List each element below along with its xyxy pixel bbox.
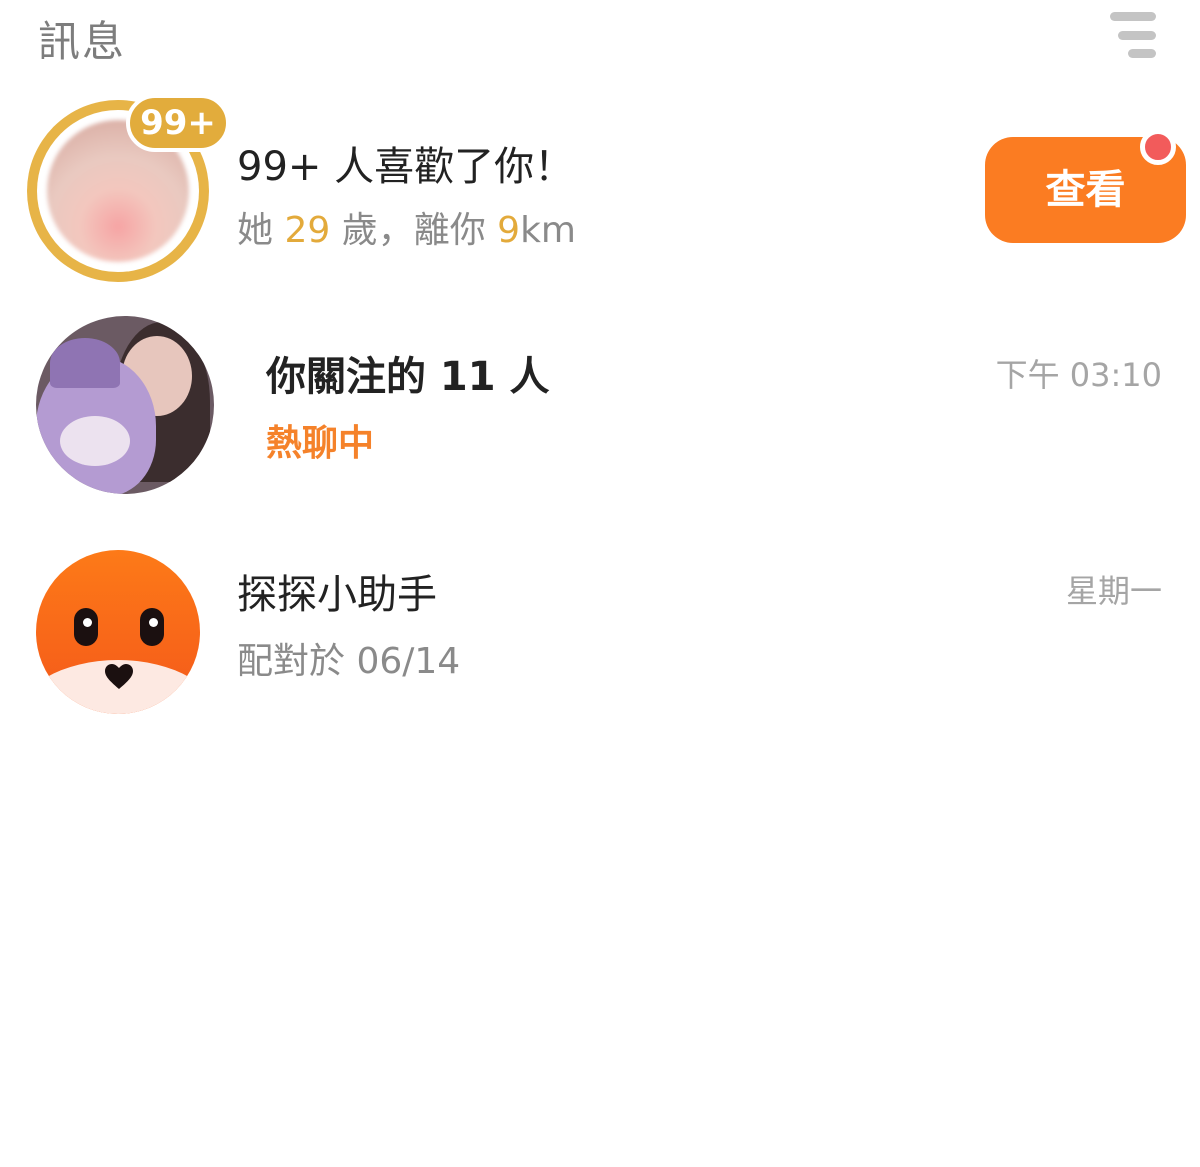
conversation-subtitle: 配對於 06/14: [237, 641, 461, 682]
mascot-eye: [74, 608, 98, 646]
menu-lines-icon[interactable]: [1108, 12, 1156, 58]
menu-line: [1128, 49, 1156, 58]
heart-nose-icon: [105, 664, 133, 689]
conversation-title: 探探小助手: [237, 572, 437, 618]
likes-sub-middle: 歲，離你: [330, 210, 498, 251]
likes-sub-unit: km: [520, 210, 576, 251]
likes-sub-prefix: 她: [237, 210, 285, 251]
conversation-time: 星期一: [1065, 572, 1162, 610]
likes-age: 29: [284, 210, 331, 251]
conversation-time: 下午 03:10: [995, 356, 1162, 394]
avatar[interactable]: [36, 316, 214, 494]
avatar-plush-hat: [50, 338, 120, 388]
page-title: 訊息: [38, 17, 127, 66]
mascot-eye: [140, 608, 164, 646]
conversation-status: 熱聊中: [266, 423, 375, 464]
fox-mascot-avatar[interactable]: [36, 550, 200, 714]
menu-line: [1118, 31, 1156, 40]
likes-subtitle: 她 29 歲，離你 9km: [237, 201, 576, 253]
avatar-plush-face: [60, 416, 130, 466]
likes-title: 99+ 人喜歡了你！: [237, 144, 575, 190]
menu-line: [1110, 12, 1156, 21]
notification-dot: [1140, 129, 1176, 165]
likes-distance: 9: [497, 210, 521, 251]
likes-count-badge: 99+: [126, 94, 230, 152]
conversation-title: 你關注的 11 人: [266, 354, 550, 400]
